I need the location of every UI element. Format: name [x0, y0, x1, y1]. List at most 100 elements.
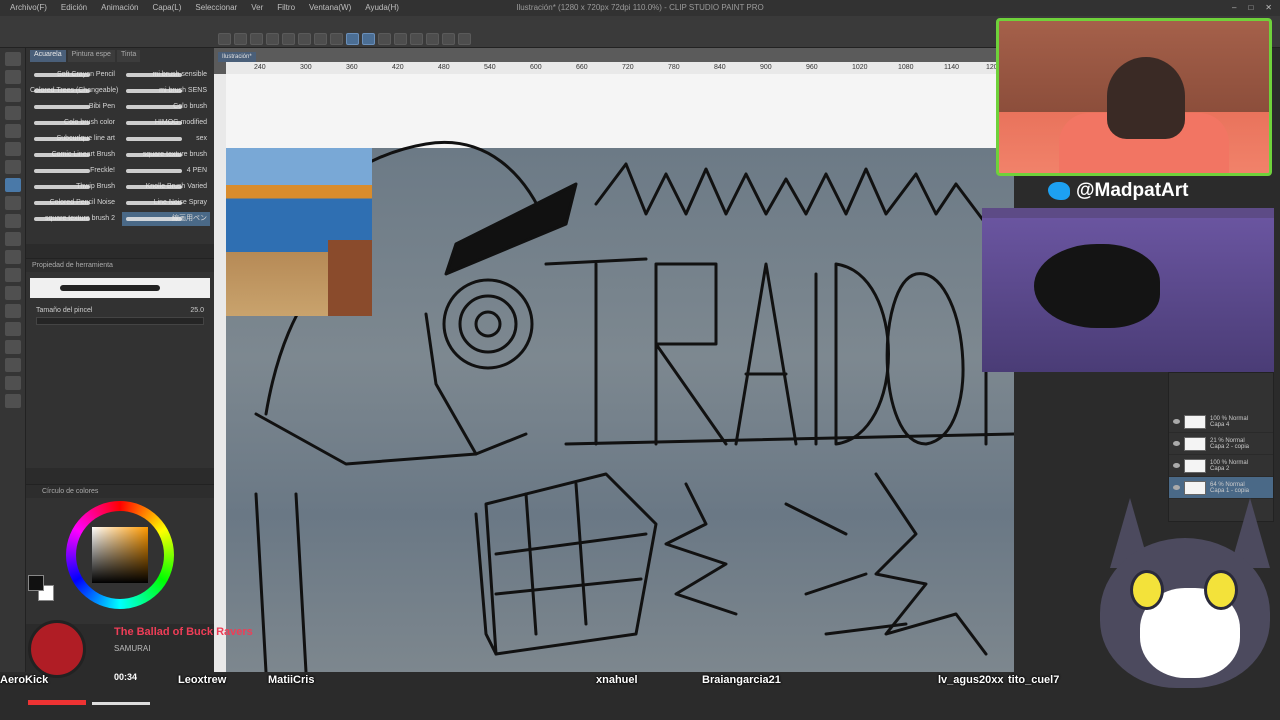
brush-tool-icon[interactable]: [5, 178, 21, 192]
brush-item[interactable]: Subcurlque line art: [30, 132, 118, 146]
frame-tool-icon[interactable]: [5, 322, 21, 336]
tab-pintura[interactable]: Pintura espe: [67, 50, 115, 62]
minimize-icon[interactable]: –: [1232, 0, 1236, 16]
crop-icon[interactable]: [330, 33, 343, 45]
ruler-tick: 900: [760, 64, 772, 71]
brush-item[interactable]: Thwip Brush: [30, 180, 118, 194]
brush-item[interactable]: Line Noise Spray: [122, 196, 210, 210]
streamer-webcam: [996, 18, 1272, 176]
brush-item-selected[interactable]: 線画用ペン: [122, 212, 210, 226]
correct-line-tool-icon[interactable]: [5, 394, 21, 408]
ruler-tick: 480: [438, 64, 450, 71]
now-playing-widget: The Ballad of Buck Ravers SAMURAI 00:34: [28, 616, 298, 682]
transform-icon[interactable]: [314, 33, 327, 45]
saturation-value-box[interactable]: [92, 527, 148, 583]
viewer-name: lv_agus20xx: [938, 674, 1004, 686]
layer-thumbnail: [1184, 458, 1206, 473]
twitter-handle-text: @MadpatArt: [1076, 180, 1189, 201]
brush-item[interactable]: square texture brush 2: [30, 212, 118, 226]
grid-icon[interactable]: [442, 33, 455, 45]
tab-tinta[interactable]: Tinta: [116, 50, 141, 62]
streamer-head: [1107, 57, 1185, 139]
flip-icon[interactable]: [394, 33, 407, 45]
redo-icon[interactable]: [282, 33, 295, 45]
open-file-icon[interactable]: [234, 33, 247, 45]
brush-list: Soft Crayon Pencil mi brush sensible Col…: [26, 64, 214, 230]
brush-item[interactable]: Freckle!: [30, 164, 118, 178]
eraser-tool-icon[interactable]: [5, 232, 21, 246]
undo-icon[interactable]: [266, 33, 279, 45]
ruler-tick: 360: [346, 64, 358, 71]
snap-ruler-icon[interactable]: [362, 33, 375, 45]
drawing-canvas[interactable]: [226, 74, 1014, 672]
twitter-handle: @MadpatArt: [1048, 178, 1188, 204]
snap-icon[interactable]: [346, 33, 359, 45]
ruler-tool-icon[interactable]: [5, 340, 21, 354]
layer-row[interactable]: 21 % Normal Capa 2 - copia: [1169, 433, 1273, 455]
zoom-fit-icon[interactable]: [426, 33, 439, 45]
brush-item[interactable]: HIMOG modified: [122, 116, 210, 130]
zoom-tool-icon[interactable]: [5, 52, 21, 66]
album-art: [28, 620, 86, 678]
save-icon[interactable]: [250, 33, 263, 45]
layer-row-selected[interactable]: 64 % Normal Capa 1 - copia: [1169, 477, 1273, 499]
brush-item[interactable]: Soft Crayon Pencil: [30, 68, 118, 82]
new-file-icon[interactable]: [218, 33, 231, 45]
visibility-eye-icon[interactable]: [1173, 419, 1180, 424]
ruler-tick: 420: [392, 64, 404, 71]
layer-row[interactable]: 100 % Normal Capa 2: [1169, 455, 1273, 477]
brush-item[interactable]: square texture brush: [122, 148, 210, 162]
gradient-tool-icon[interactable]: [5, 286, 21, 300]
brush-item[interactable]: 4 PEN: [122, 164, 210, 178]
pen-tool-icon[interactable]: [5, 142, 21, 156]
layer-row[interactable]: 100 % Normal Capa 4: [1169, 411, 1273, 433]
blend-tool-icon[interactable]: [5, 250, 21, 264]
ruler-tick: 780: [668, 64, 680, 71]
brush-size-slider[interactable]: [36, 317, 204, 325]
tool-property-header: Propiedad de herramienta: [26, 259, 214, 272]
visibility-eye-icon[interactable]: [1173, 463, 1180, 468]
brush-item[interactable]: Colo brush color: [30, 116, 118, 130]
rotate-icon[interactable]: [410, 33, 423, 45]
close-icon[interactable]: ✕: [1265, 0, 1272, 16]
pencil-tool-icon[interactable]: [5, 160, 21, 174]
avatar-left-eye: [1130, 570, 1164, 610]
eyedropper-tool-icon[interactable]: [5, 124, 21, 138]
brush-item[interactable]: mi brush SENS: [122, 84, 210, 98]
main-color-swatch[interactable]: [28, 575, 44, 591]
balloon-tool-icon[interactable]: [5, 376, 21, 390]
ruler-tick: 1080: [898, 64, 914, 71]
brush-item[interactable]: Comic Lineart Brush: [30, 148, 118, 162]
brush-item[interactable]: Colored Trees (Changeable): [30, 84, 118, 98]
layer-icon[interactable]: [458, 33, 471, 45]
brush-item[interactable]: Bibi Pen: [30, 100, 118, 114]
tab-acuarela[interactable]: Acuarela: [30, 50, 66, 62]
airbrush-tool-icon[interactable]: [5, 196, 21, 210]
brush-item[interactable]: Colo brush: [122, 100, 210, 114]
stamina-bar: [92, 702, 150, 705]
brush-item[interactable]: Colored Pencil Noise: [30, 196, 118, 210]
brush-item[interactable]: sex: [122, 132, 210, 146]
text-tool-icon[interactable]: [5, 358, 21, 372]
title-bar: Archivo(F) Edición Animación Capa(L) Sel…: [0, 0, 1280, 16]
vtuber-cat-avatar: [1070, 498, 1270, 720]
figure-tool-icon[interactable]: [5, 304, 21, 318]
maximize-icon[interactable]: □: [1248, 0, 1253, 16]
brush-size-row: Tamaño del pincel 25.0: [26, 304, 214, 317]
song-time: 00:34: [114, 672, 138, 682]
operation-tool-icon[interactable]: [5, 88, 21, 102]
brush-item[interactable]: mi brush sensible: [122, 68, 210, 82]
brush-item[interactable]: Knolle Brush Varied: [122, 180, 210, 194]
settings-icon[interactable]: [298, 33, 311, 45]
visibility-eye-icon[interactable]: [1173, 485, 1180, 490]
layer-thumbnail: [1184, 480, 1206, 495]
decoration-tool-icon[interactable]: [5, 214, 21, 228]
document-tab[interactable]: Ilustración*: [218, 52, 256, 62]
fill-tool-icon[interactable]: [5, 268, 21, 282]
lasso-tool-icon[interactable]: [5, 106, 21, 120]
move-tool-icon[interactable]: [5, 70, 21, 84]
brush-size-value[interactable]: 25.0: [190, 307, 204, 314]
pen-pressure-icon[interactable]: [378, 33, 391, 45]
visibility-eye-icon[interactable]: [1173, 441, 1180, 446]
black-cat: [1034, 244, 1160, 328]
